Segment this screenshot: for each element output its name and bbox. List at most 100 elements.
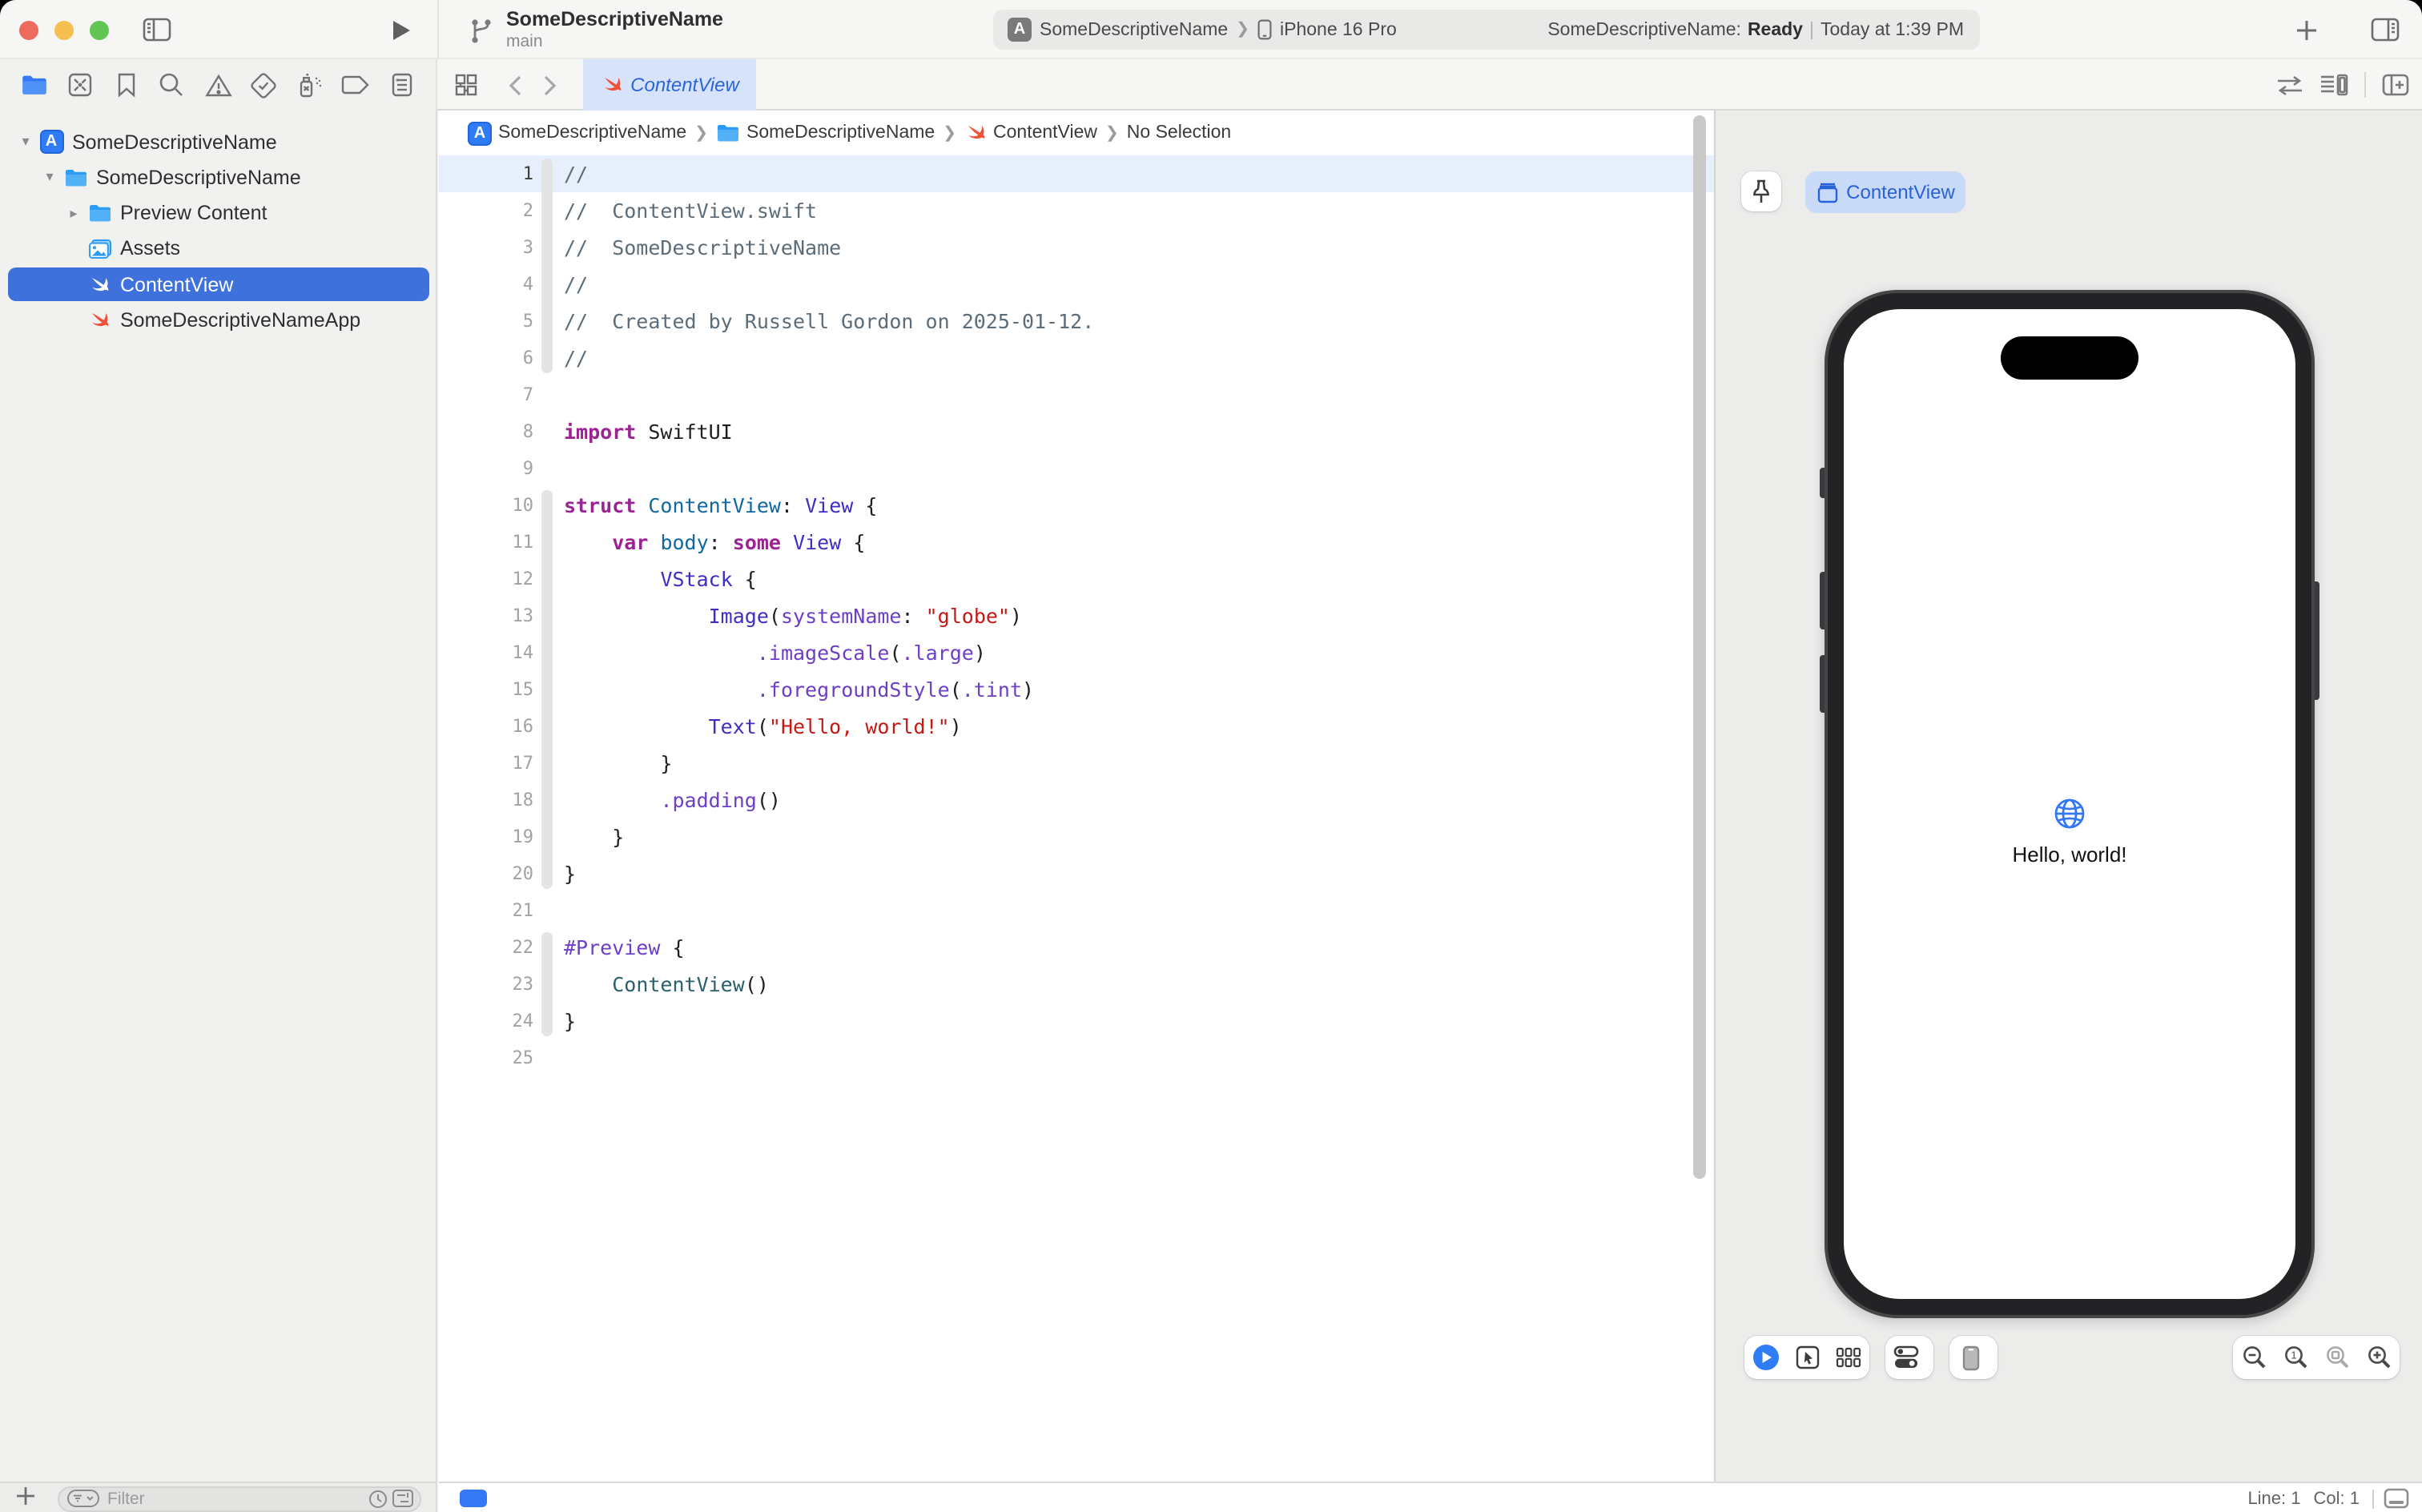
filter-input[interactable]: Filter	[58, 1486, 421, 1511]
code-review-icon[interactable]	[2276, 74, 2303, 95]
run-button[interactable]	[381, 13, 420, 46]
sidebar-item-preview-content[interactable]: ▸Preview Content	[8, 196, 429, 230]
go-back-icon[interactable]	[497, 67, 532, 103]
code-line: 4//	[439, 266, 1714, 303]
navigator-reports-icon[interactable]	[384, 67, 420, 103]
line-number[interactable]: 2	[439, 200, 533, 221]
line-number[interactable]: 13	[439, 605, 533, 626]
zoom-100-icon[interactable]: 1	[2275, 1336, 2316, 1379]
iphone-screen[interactable]: Hello, world!	[1844, 309, 2295, 1299]
line-number[interactable]: 18	[439, 790, 533, 810]
line-number[interactable]: 23	[439, 974, 533, 995]
line-number[interactable]: 5	[439, 311, 533, 332]
related-items-icon[interactable]	[449, 67, 484, 103]
line-number[interactable]: 6	[439, 348, 533, 368]
navigator-source-control-icon[interactable]	[62, 67, 98, 103]
navigator-issues-icon[interactable]	[200, 67, 235, 103]
zoom-window-button[interactable]	[90, 21, 109, 40]
line-number[interactable]: 7	[439, 384, 533, 405]
editor-only-indicator[interactable]	[460, 1490, 487, 1507]
line-number[interactable]: 1	[439, 163, 533, 184]
add-editor-icon[interactable]	[2382, 74, 2409, 96]
code-folding-ribbon[interactable]	[541, 932, 553, 1036]
swift-icon	[600, 74, 622, 96]
line-number[interactable]: 25	[439, 1048, 533, 1068]
zoom-fit-icon[interactable]	[2316, 1336, 2358, 1379]
navigator-bookmarks-icon[interactable]	[108, 67, 143, 103]
navigator-breakpoints-icon[interactable]	[339, 67, 374, 103]
jumpbar-item[interactable]: ASomeDescriptiveName	[468, 121, 686, 145]
go-forward-icon[interactable]	[532, 67, 567, 103]
navigator-find-icon[interactable]	[155, 67, 190, 103]
live-preview-button[interactable]	[1744, 1336, 1786, 1379]
line-number[interactable]: 14	[439, 642, 533, 663]
line-number[interactable]: 9	[439, 458, 533, 479]
pin-preview-button[interactable]	[1741, 171, 1781, 211]
line-number[interactable]: 22	[439, 937, 533, 958]
line-number[interactable]: 24	[439, 1011, 533, 1031]
variants-mode-button[interactable]	[1828, 1336, 1869, 1379]
navigator-debug-icon[interactable]	[292, 67, 328, 103]
navigator-tests-icon[interactable]	[247, 67, 282, 103]
disclosure-triangle-icon[interactable]: ▾	[42, 169, 58, 187]
line-number[interactable]: 3	[439, 237, 533, 258]
editor-scrollbar[interactable]	[1693, 115, 1706, 1179]
tab-contentview[interactable]: ContentView	[583, 59, 756, 111]
sidebar-item-somedescriptivenameapp[interactable]: SomeDescriptiveNameApp	[8, 304, 429, 337]
toggle-navigator-icon[interactable]	[138, 13, 176, 46]
device-settings-button[interactable]	[1885, 1336, 1933, 1379]
line-number[interactable]: 17	[439, 753, 533, 774]
line-number[interactable]: 11	[439, 532, 533, 553]
minimize-window-button[interactable]	[54, 21, 74, 40]
adjust-editor-icon[interactable]	[2384, 1488, 2409, 1509]
toggle-inspector-icon[interactable]	[2366, 13, 2404, 46]
code-text: }	[564, 862, 576, 886]
preview-tab[interactable]: ContentView	[1805, 171, 1965, 213]
editor-options-icon[interactable]	[2319, 74, 2348, 96]
line-number[interactable]: 10	[439, 495, 533, 516]
navigator-project-icon[interactable]	[16, 67, 51, 103]
activity-view[interactable]: A SomeDescriptiveName ❯ iPhone 16 Pro So…	[993, 10, 1980, 50]
close-window-button[interactable]	[19, 21, 38, 40]
tabbar-divider	[2364, 72, 2366, 98]
sidebar-item-contentview[interactable]: ContentView	[8, 267, 429, 301]
code-line: 1//	[439, 155, 1714, 192]
device-preview-button[interactable]	[1949, 1336, 1998, 1379]
code-text: .padding()	[564, 788, 781, 812]
selectable-mode-button[interactable]	[1786, 1336, 1828, 1379]
sidebar-item-somedescriptivename[interactable]: ▾ASomeDescriptiveName	[8, 125, 429, 159]
code-folding-ribbon[interactable]	[541, 159, 553, 373]
line-number[interactable]: 8	[439, 421, 533, 442]
line-number[interactable]: 16	[439, 716, 533, 737]
line-number[interactable]: 15	[439, 679, 533, 700]
zoom-out-icon[interactable]	[2233, 1336, 2275, 1379]
code-area[interactable]: 1//2// ContentView.swift3// SomeDescript…	[439, 155, 1714, 1451]
source-editor[interactable]: ASomeDescriptiveName❯SomeDescriptiveName…	[439, 111, 1714, 1482]
disclosure-triangle-icon[interactable]: ▾	[18, 133, 34, 151]
scheme-selector[interactable]: A SomeDescriptiveName ❯ iPhone 16 Pro	[1008, 18, 1397, 42]
assets-icon	[87, 239, 111, 259]
jumpbar-item[interactable]: ContentView	[964, 122, 1097, 144]
library-add-button[interactable]	[2287, 13, 2326, 46]
line-number[interactable]: 19	[439, 826, 533, 847]
add-file-button[interactable]	[16, 1486, 35, 1506]
sidebar-item-somedescriptivename[interactable]: ▾SomeDescriptiveName	[8, 161, 429, 195]
disclosure-triangle-icon[interactable]: ▸	[66, 204, 82, 222]
code-folding-ribbon[interactable]	[541, 490, 553, 889]
xcode-window: SomeDescriptiveName main A SomeDescripti…	[0, 0, 2422, 1512]
code-line: 5// Created by Russell Gordon on 2025-01…	[439, 303, 1714, 340]
branch-icon	[461, 14, 500, 48]
line-number[interactable]: 21	[439, 900, 533, 921]
jumpbar-item[interactable]: No Selection	[1127, 123, 1231, 143]
source-control-filter-icon[interactable]	[392, 1490, 413, 1507]
line-number[interactable]: 12	[439, 569, 533, 589]
project-navigator: ▾ASomeDescriptiveName▾SomeDescriptiveNam…	[0, 111, 437, 1482]
sidebar-item-assets[interactable]: Assets	[8, 232, 429, 266]
zoom-in-icon[interactable]	[2358, 1336, 2400, 1379]
line-number[interactable]: 20	[439, 863, 533, 884]
jumpbar-item[interactable]: SomeDescriptiveName	[716, 123, 935, 143]
jump-bar[interactable]: ASomeDescriptiveName❯SomeDescriptiveName…	[439, 111, 1714, 155]
code-line: 10struct ContentView: View {	[439, 487, 1714, 524]
recent-files-icon[interactable]	[368, 1489, 388, 1508]
line-number[interactable]: 4	[439, 274, 533, 295]
